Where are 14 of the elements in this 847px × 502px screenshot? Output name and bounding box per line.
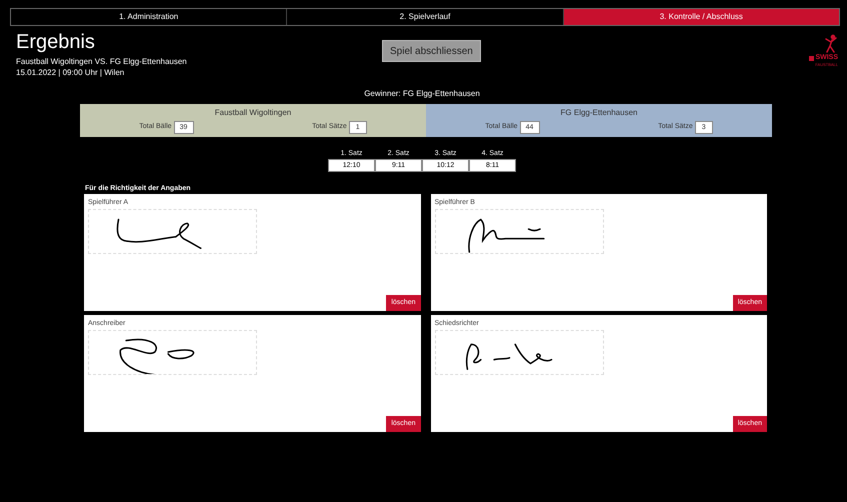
signature-pad[interactable] <box>434 209 604 254</box>
swiss-flag-icon <box>809 56 814 60</box>
step-tab[interactable]: 3. Kontrolle / Abschluss <box>564 9 839 25</box>
finish-button[interactable]: Spiel abschliessen <box>382 40 481 62</box>
winner-text: Gewinner: FG Elgg-Ettenhausen <box>363 88 481 100</box>
player-logo-icon <box>824 34 838 54</box>
page-title: Ergebnis <box>16 30 96 54</box>
signature-pad[interactable] <box>434 330 604 375</box>
match-title: Faustball Wigoltingen VS. FG Elgg-Ettenhausen <box>16 56 188 67</box>
signature-pad[interactable] <box>88 330 257 375</box>
team-name: Faustball Wigoltingen <box>214 107 292 119</box>
match-details: 15.01.2022 | 09:00 Uhr | Wilen <box>16 67 126 78</box>
signature-pad[interactable] <box>88 209 257 254</box>
team-name: FG Elgg-Ettenhausen <box>560 107 638 119</box>
